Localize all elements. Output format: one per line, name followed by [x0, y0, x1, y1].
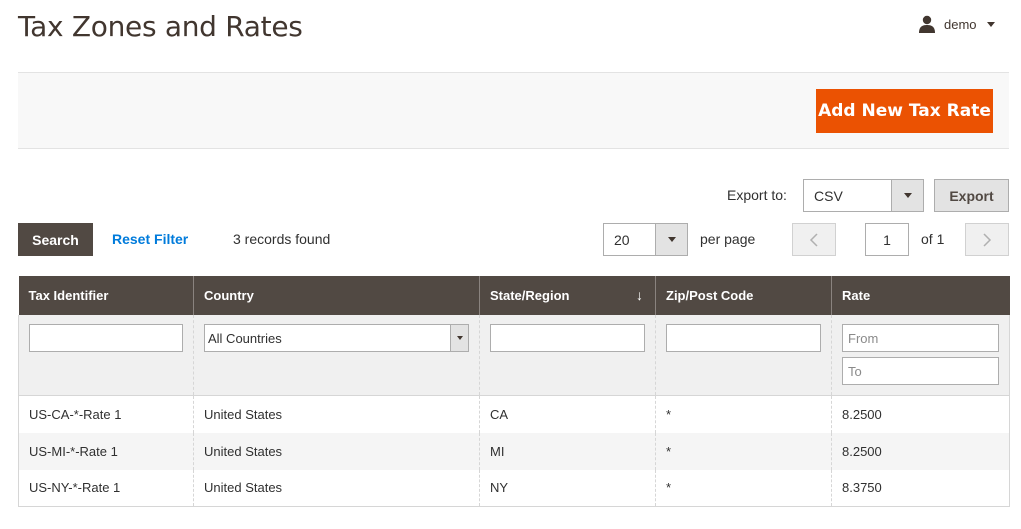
rate-to-input[interactable]	[842, 357, 999, 385]
filter-cell	[831, 315, 1010, 396]
per-page-value: 20	[614, 231, 630, 248]
zip-post-code-cell: *	[655, 432, 832, 470]
chevron-down-icon	[986, 21, 995, 27]
tax-identifier-filter-input[interactable]	[29, 324, 183, 352]
filter-cell: All Countries	[193, 315, 480, 396]
state-region-filter-input[interactable]	[490, 324, 645, 352]
state-region-cell: MI	[479, 432, 656, 470]
reset-filter-link[interactable]: Reset Filter	[112, 231, 188, 247]
country-filter-value: All Countries	[208, 330, 282, 346]
country-cell: United States	[193, 469, 480, 507]
username: demo	[944, 16, 977, 32]
zip-post-code-cell: *	[655, 395, 832, 433]
user-icon	[918, 15, 936, 33]
page-title: Tax Zones and Rates	[18, 10, 303, 43]
zip-post-code-cell: *	[655, 469, 832, 507]
column-header-label: State/Region	[490, 288, 570, 303]
grid-header-row: Tax Identifier Country State/Region ↓ Zip…	[18, 276, 1010, 315]
export-format-value: CSV	[814, 187, 843, 204]
per-page-select[interactable]: 20	[603, 223, 688, 256]
per-page-label: per page	[700, 231, 756, 247]
add-new-tax-rate-button[interactable]: Add New Tax Rate	[816, 89, 993, 133]
column-header-tax-identifier[interactable]: Tax Identifier	[18, 276, 194, 315]
chevron-left-icon	[809, 232, 818, 247]
column-header-country[interactable]: Country	[193, 276, 480, 315]
user-menu[interactable]: demo	[918, 14, 995, 34]
country-cell: United States	[193, 395, 480, 433]
rate-from-input[interactable]	[842, 324, 999, 352]
chevron-down-icon	[891, 180, 923, 211]
filter-row: All Countries	[18, 315, 1010, 396]
total-pages-label: of 1	[921, 231, 945, 247]
page-number-input[interactable]	[865, 223, 909, 256]
country-cell: United States	[193, 432, 480, 470]
tax-identifier-cell: US-NY-*-Rate 1	[18, 469, 194, 507]
page-actions-bar: Add New Tax Rate	[18, 72, 1009, 149]
column-header-state-region[interactable]: State/Region ↓	[479, 276, 656, 315]
state-region-cell: NY	[479, 469, 656, 507]
chevron-right-icon	[983, 232, 992, 247]
column-header-rate[interactable]: Rate	[831, 276, 1010, 315]
export-format-select[interactable]: CSV	[803, 179, 924, 212]
chevron-down-icon	[450, 325, 468, 351]
chevron-down-icon	[655, 224, 687, 255]
table-row[interactable]: US-MI-*-Rate 1 United States MI * 8.2500	[18, 432, 1010, 470]
filter-cell	[655, 315, 832, 396]
table-row[interactable]: US-NY-*-Rate 1 United States NY * 8.3750	[18, 469, 1010, 507]
zip-post-code-filter-input[interactable]	[666, 324, 821, 352]
rate-cell: 8.3750	[831, 469, 1010, 507]
search-button[interactable]: Search	[18, 223, 93, 256]
table-row[interactable]: US-CA-*-Rate 1 United States CA * 8.2500	[18, 395, 1010, 433]
state-region-cell: CA	[479, 395, 656, 433]
tax-identifier-cell: US-MI-*-Rate 1	[18, 432, 194, 470]
filter-cell	[479, 315, 656, 396]
records-count: 3 records found	[233, 231, 331, 247]
tax-rates-grid: Tax Identifier Country State/Region ↓ Zip…	[18, 276, 1010, 507]
sort-arrow-icon: ↓	[636, 287, 643, 303]
column-header-zip-post-code[interactable]: Zip/Post Code	[655, 276, 832, 315]
export-button[interactable]: Export	[934, 179, 1009, 212]
rate-cell: 8.2500	[831, 395, 1010, 433]
filter-cell	[18, 315, 194, 396]
tax-identifier-cell: US-CA-*-Rate 1	[18, 395, 194, 433]
rate-cell: 8.2500	[831, 432, 1010, 470]
export-label: Export to:	[727, 187, 787, 203]
country-filter-select[interactable]: All Countries	[204, 324, 469, 352]
previous-page-button[interactable]	[792, 223, 836, 256]
next-page-button[interactable]	[965, 223, 1009, 256]
